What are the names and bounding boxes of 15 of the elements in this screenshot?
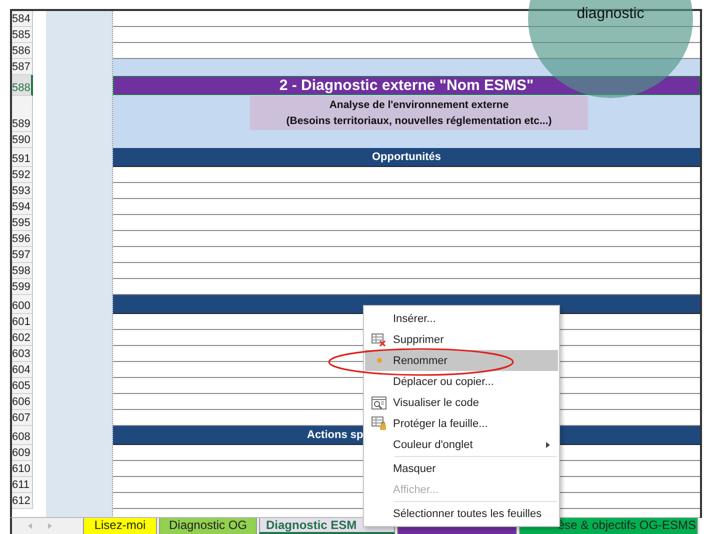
badge-text: diagnostic (576, 5, 644, 23)
menu-item-label: Sélectionner toutes les feuilles (393, 508, 542, 520)
subtitle-text: Analyse de l'environnement externe (329, 98, 509, 113)
menu-item-label: Visualiser le code (393, 396, 480, 408)
menu-item-label: Supprimer (393, 334, 444, 346)
menu-item-label: Masquer (393, 462, 436, 474)
subtitle-text: (Besoins territoriaux, nouvelles réglementation etc...) (286, 114, 552, 129)
menu-item-label: Insérer... (393, 312, 436, 324)
menu-item-label: Protéger la feuille... (393, 418, 488, 430)
menu-item-label: Déplacer ou copier... (393, 376, 494, 388)
menu-item-label: Renommer (393, 354, 448, 366)
menu-item-label: Couleur d'onglet (393, 438, 473, 450)
menu-item-label: Afficher... (393, 484, 439, 496)
header-text: Opportunités (372, 151, 442, 163)
header-text: Actions sp (307, 429, 364, 441)
